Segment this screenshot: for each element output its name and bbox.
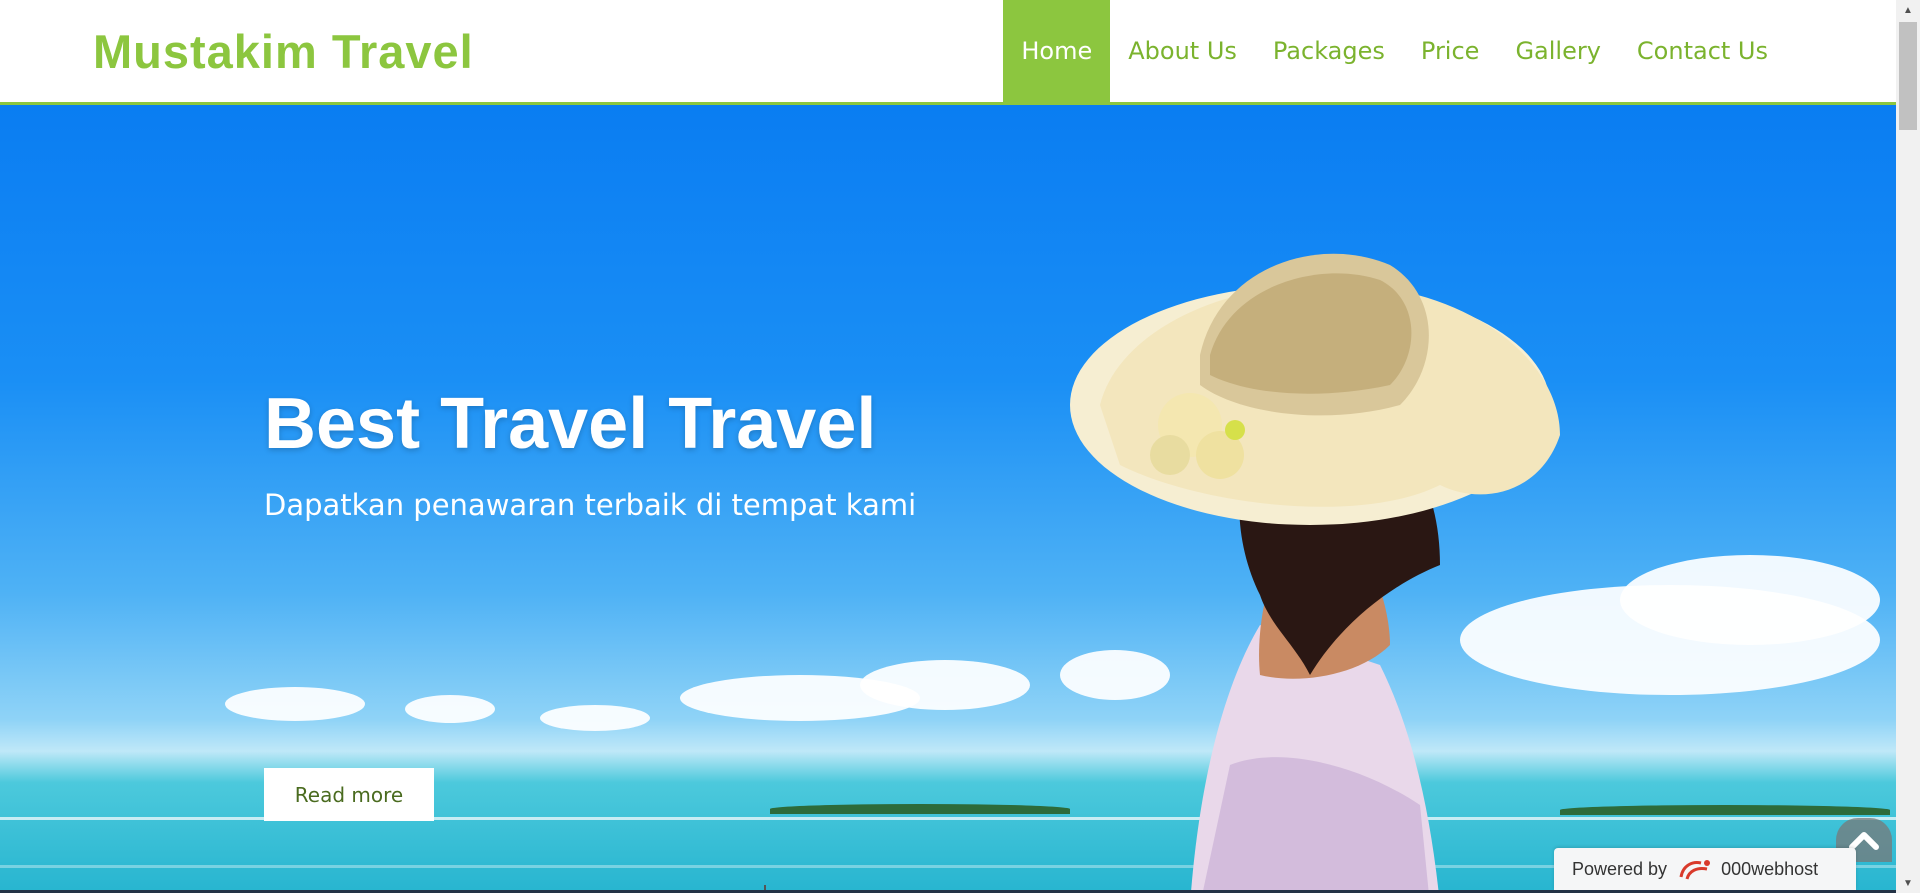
read-more-button[interactable]: Read more — [264, 768, 434, 821]
powered-by-label: Powered by — [1572, 858, 1668, 879]
nav-item-price[interactable]: Price — [1403, 0, 1498, 102]
scroll-down-arrow-icon[interactable]: ▼ — [1896, 873, 1920, 893]
hero-banner: Best Travel Travel Dapatkan penawaran te… — [0, 105, 1896, 893]
host-name: 000webhost — [1721, 858, 1819, 879]
scrollbar-thumb[interactable] — [1899, 22, 1917, 130]
nav-item-packages[interactable]: Packages — [1255, 0, 1403, 102]
000webhost-logo-icon — [1679, 860, 1711, 880]
scroll-up-arrow-icon[interactable]: ▲ — [1896, 0, 1920, 20]
page-scrollbar[interactable]: ▲ ▼ — [1896, 0, 1920, 893]
nav-item-about-us[interactable]: About Us — [1110, 0, 1255, 102]
nav-item-gallery[interactable]: Gallery — [1497, 0, 1618, 102]
powered-by-badge[interactable]: Powered by 000webhost — [1554, 848, 1856, 890]
nav-item-home[interactable]: Home — [1003, 0, 1111, 102]
hero-subtitle: Dapatkan penawaran terbaik di tempat kam… — [264, 488, 917, 522]
nav-item-contact-us[interactable]: Contact Us — [1619, 0, 1786, 102]
site-brand[interactable]: Mustakim Travel — [93, 24, 474, 79]
site-header: Mustakim Travel Home About Us Packages P… — [0, 0, 1896, 105]
chevron-up-icon — [1849, 832, 1879, 850]
hero-title: Best Travel Travel — [264, 384, 877, 464]
main-nav: Home About Us Packages Price Gallery Con… — [1003, 0, 1786, 102]
